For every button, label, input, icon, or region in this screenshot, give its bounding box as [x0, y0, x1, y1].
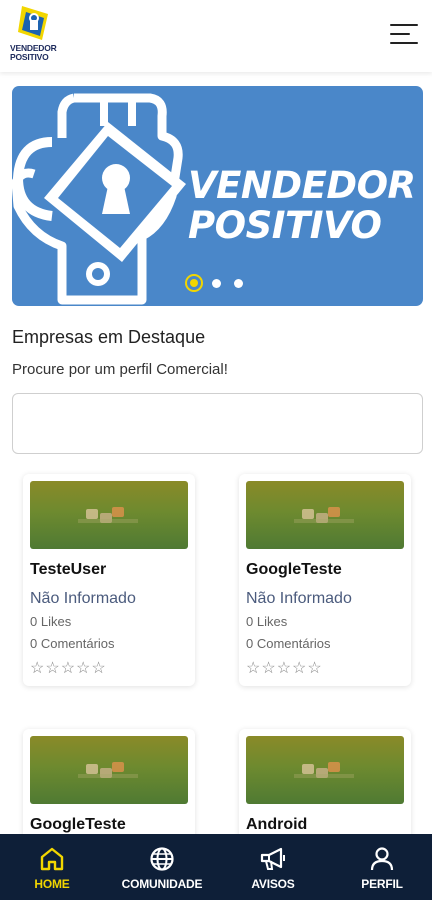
company-likes: 0 Likes [30, 614, 72, 629]
carousel-dot-1[interactable] [185, 274, 203, 292]
nav-item-perfil[interactable]: PERFIL [352, 834, 412, 900]
app-logo[interactable]: VENDEDOR POSITIVO [10, 4, 62, 66]
home-icon [40, 847, 64, 871]
hand-lock-icon [12, 93, 186, 305]
company-image [246, 481, 404, 549]
nav-label-avisos: AVISOS [251, 877, 295, 891]
carousel-dot-3[interactable] [234, 279, 243, 288]
nav-item-comunidade[interactable]: COMUNIDADE [118, 834, 206, 900]
logo-text: VENDEDOR POSITIVO [10, 44, 66, 62]
carousel-dot-2[interactable] [212, 279, 221, 288]
app-header: VENDEDOR POSITIVO [0, 0, 432, 72]
hero-banner[interactable]: VENDEDOR POSITIVO [12, 86, 423, 306]
company-image [30, 481, 188, 549]
company-likes: 0 Likes [246, 614, 288, 629]
company-card[interactable]: TesteUser Não Informado 0 Likes 0 Coment… [23, 474, 195, 686]
nav-label-home: HOME [34, 877, 70, 891]
logo-icon [18, 6, 48, 40]
company-image [30, 736, 188, 804]
company-card[interactable]: GoogleTeste Não Informado 0 Likes 0 Come… [239, 474, 411, 686]
search-input[interactable] [12, 393, 423, 454]
megaphone-icon [260, 847, 285, 870]
hamburger-menu-icon[interactable] [390, 24, 418, 46]
company-image [246, 736, 404, 804]
company-name: Android [246, 816, 308, 833]
rating-stars-icon: ☆☆☆☆☆ [30, 660, 107, 677]
user-icon [370, 847, 394, 871]
banner-title: VENDEDOR POSITIVO [188, 166, 416, 246]
nav-label-comunidade: COMUNIDADE [121, 877, 203, 891]
company-comments: 0 Comentários [246, 636, 331, 651]
nav-label-perfil: PERFIL [361, 877, 403, 891]
section-title: Empresas em Destaque [12, 327, 206, 347]
company-status: Não Informado [246, 590, 352, 607]
nav-item-avisos[interactable]: AVISOS [242, 834, 304, 900]
nav-item-home[interactable]: HOME [22, 834, 82, 900]
logo-text-line2: POSITIVO [10, 52, 49, 62]
rating-stars-icon: ☆☆☆☆☆ [246, 660, 323, 677]
company-name: GoogleTeste [246, 561, 342, 578]
section-subtitle: Procure por um perfil Comercial! [12, 361, 228, 378]
company-name: TesteUser [30, 561, 107, 578]
globe-icon [150, 847, 174, 871]
bottom-navigation: HOME COMUNIDADE AVISOS PERFIL [0, 834, 432, 900]
company-status: Não Informado [30, 590, 136, 607]
company-name: GoogleTeste [30, 816, 126, 833]
banner-title-line1: VENDEDOR [188, 164, 416, 207]
banner-title-line2: POSITIVO [188, 204, 382, 247]
company-comments: 0 Comentários [30, 636, 115, 651]
